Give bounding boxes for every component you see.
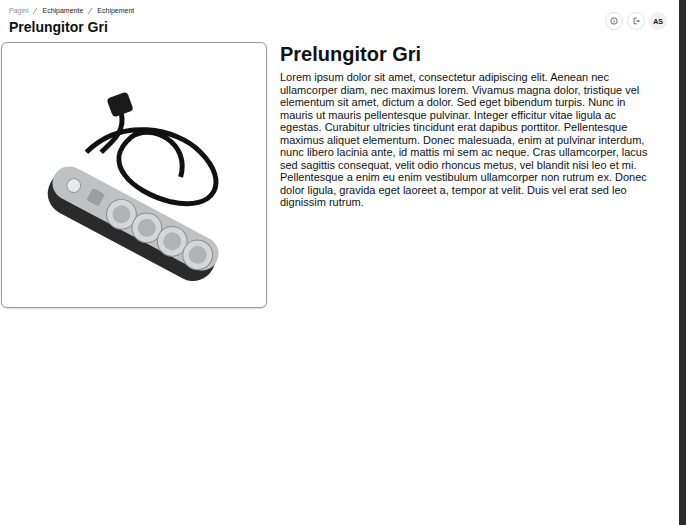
page: Pagini Echipamente Echipement Prelungitor G… bbox=[0, 0, 686, 525]
product-description: Lorem ipsum dolor sit amet, consectetur … bbox=[280, 71, 652, 209]
product-detail: Prelungitor Gri Lorem ipsum dolor sit ame… bbox=[0, 42, 679, 308]
separator-slash-icon bbox=[31, 7, 39, 15]
page-title: Prelungitor Gri bbox=[9, 18, 134, 36]
user-avatar-button[interactable]: AS bbox=[649, 12, 667, 30]
header-titles: Pagini Echipamente Echipement Prelungitor G… bbox=[9, 6, 134, 36]
info-icon bbox=[610, 17, 618, 25]
scrollbar-strip bbox=[679, 0, 686, 525]
header-actions: AS bbox=[605, 12, 667, 30]
logout-icon bbox=[632, 17, 640, 25]
breadcrumb-item[interactable]: Pagini bbox=[9, 6, 28, 16]
product-image-card bbox=[1, 42, 267, 308]
separator-slash-icon bbox=[86, 7, 94, 15]
product-info: Prelungitor Gri Lorem ipsum dolor sit ame… bbox=[280, 42, 652, 308]
product-title: Prelungitor Gri bbox=[280, 42, 652, 66]
power-strip-image-icon bbox=[2, 43, 266, 307]
header: Pagini Echipamente Echipement Prelungitor G… bbox=[0, 0, 679, 36]
main-area: Pagini Echipamente Echipement Prelungitor G… bbox=[0, 0, 679, 525]
info-button[interactable] bbox=[605, 12, 623, 30]
breadcrumb: Pagini Echipamente Echipement bbox=[9, 6, 134, 16]
logout-button[interactable] bbox=[627, 12, 645, 30]
breadcrumb-item: Echipement bbox=[97, 6, 134, 16]
breadcrumb-item[interactable]: Echipamente bbox=[42, 6, 83, 16]
